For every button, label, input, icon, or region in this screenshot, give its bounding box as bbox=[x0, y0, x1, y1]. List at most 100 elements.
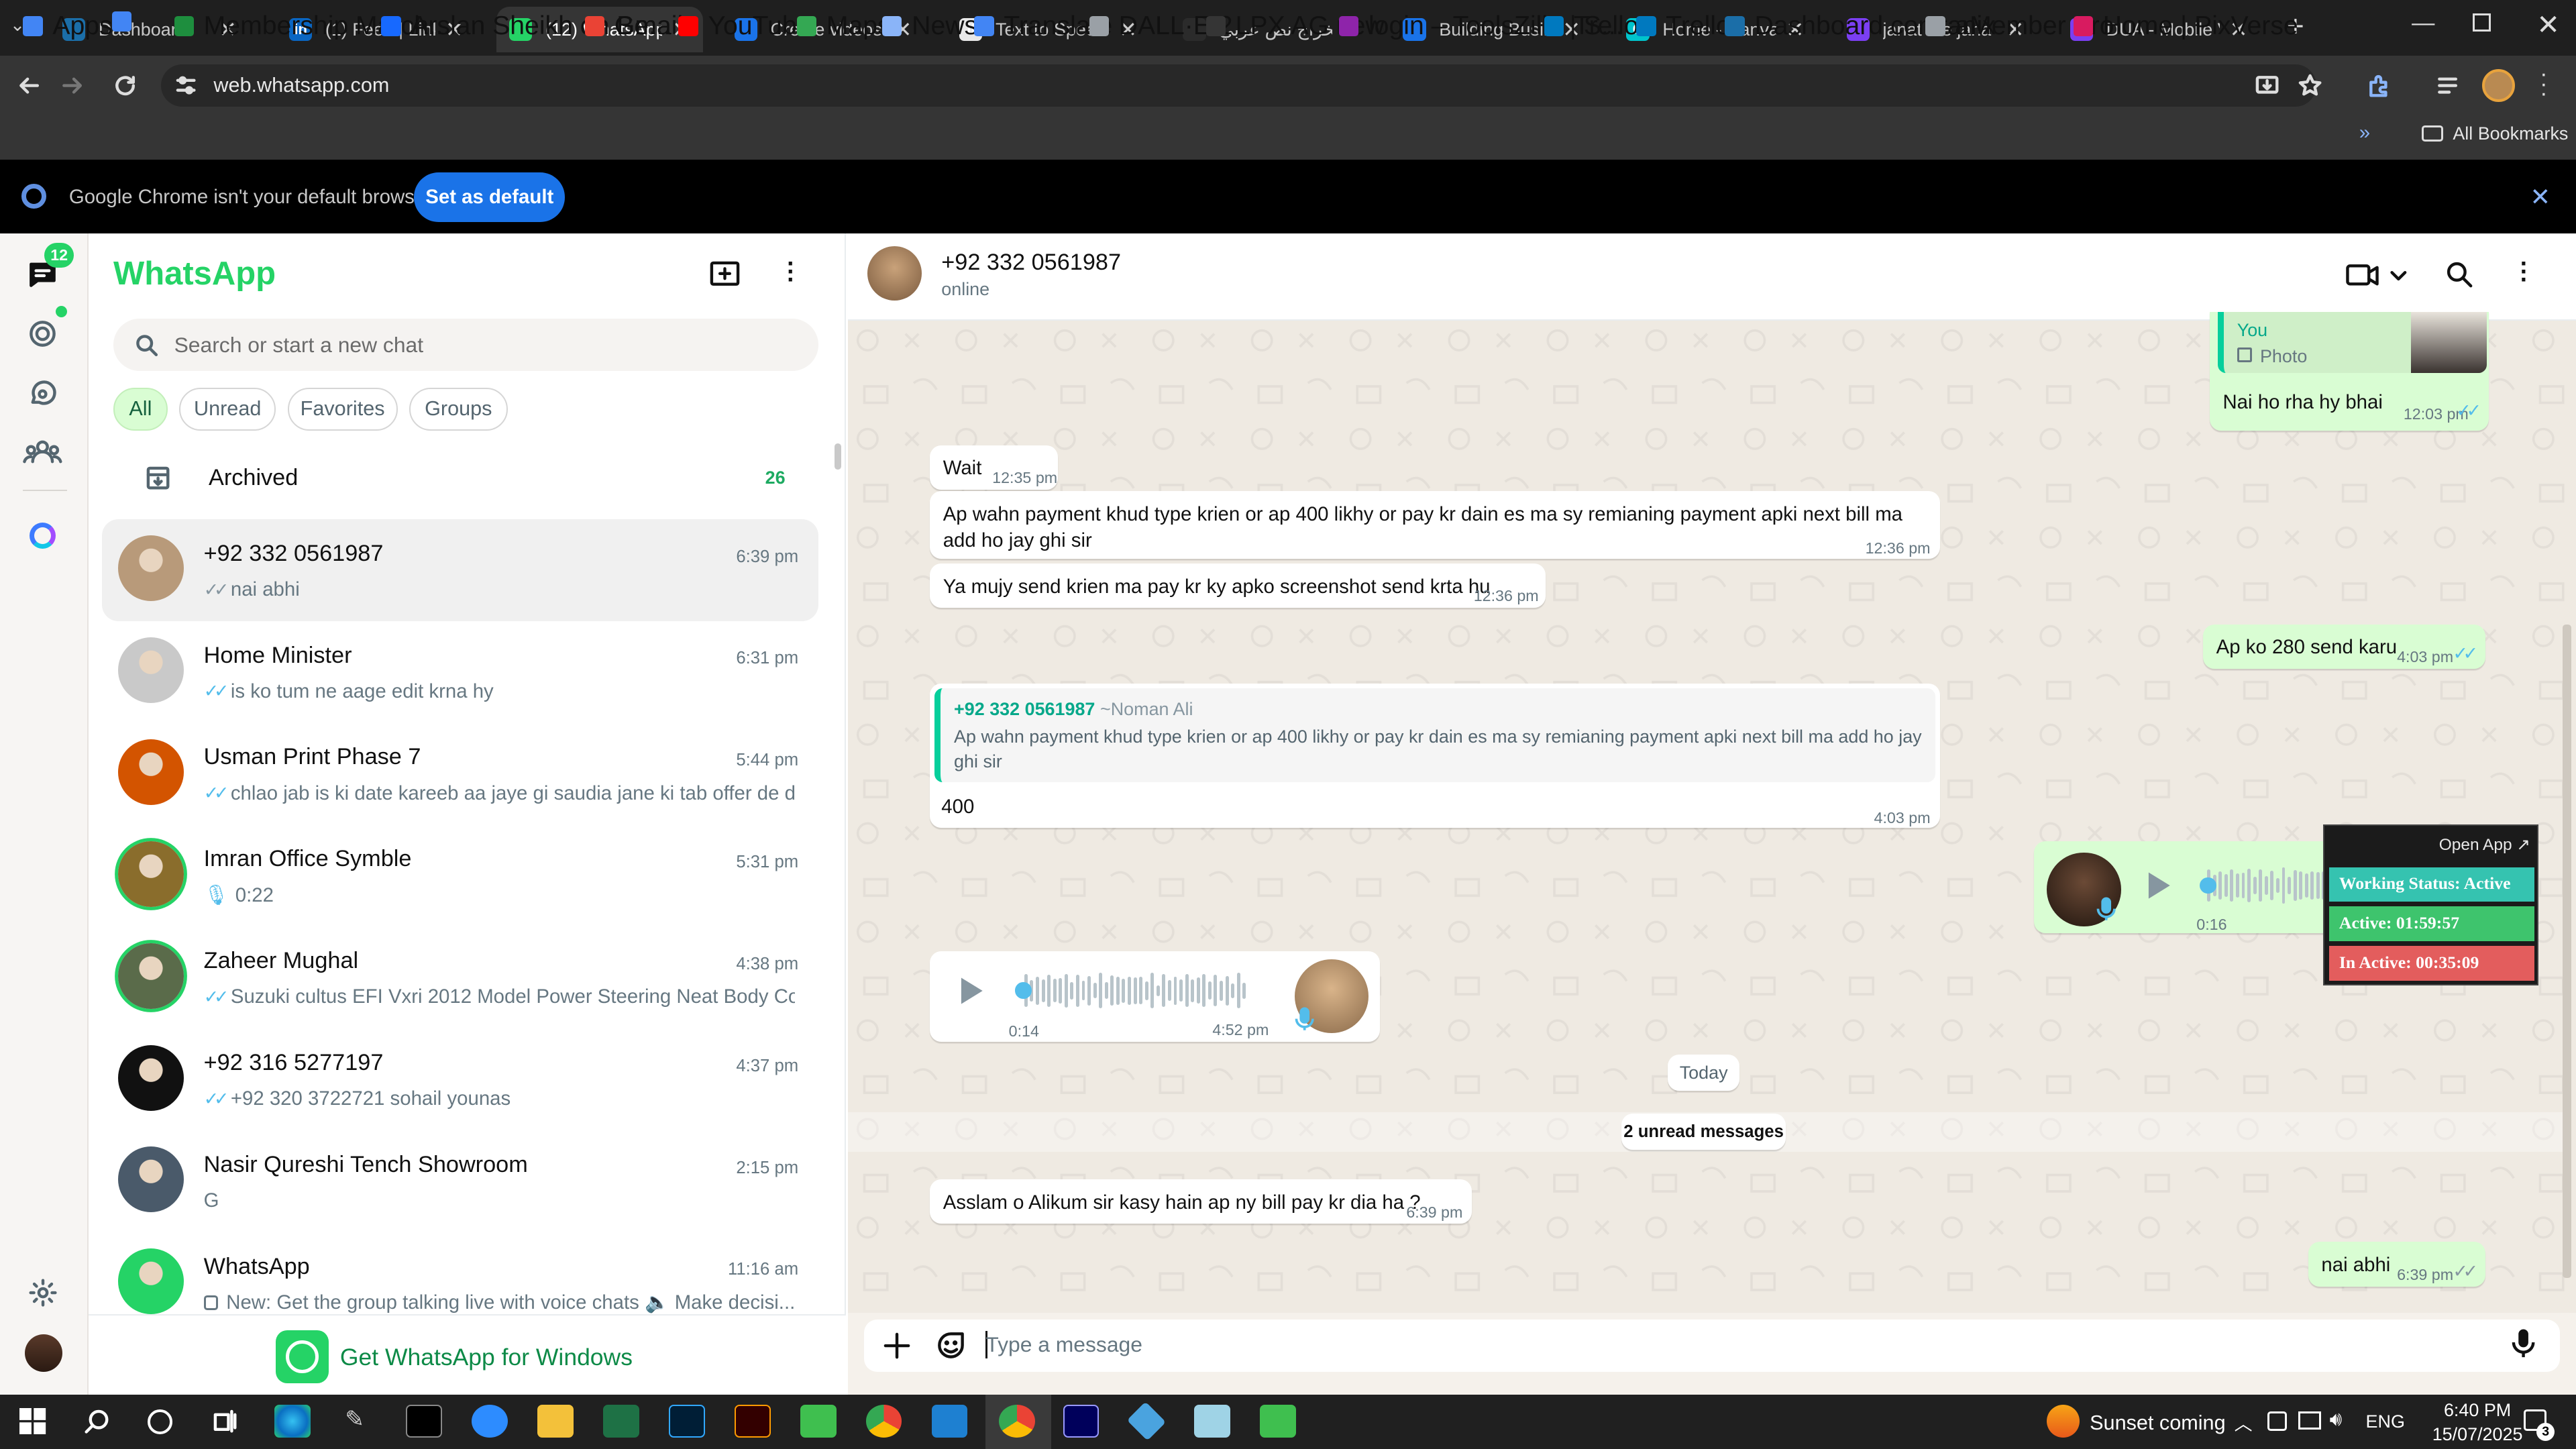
message-scrollbar[interactable] bbox=[2563, 624, 2571, 1279]
incoming-voice-note[interactable]: 0:14 4:52 pm bbox=[930, 951, 1381, 1042]
filter-favorites[interactable]: Favorites bbox=[287, 387, 398, 431]
clock-date[interactable]: 15/07/2025 bbox=[2422, 1424, 2534, 1445]
address-bar[interactable]: web.whatsapp.com bbox=[161, 64, 2317, 107]
set-as-default-button[interactable]: Set as default bbox=[414, 172, 566, 222]
chat-list-item[interactable]: Zaheer Mughal 4:38 pm ✓✓ Suzuki cultus EFI … bbox=[102, 926, 818, 1028]
bookmark-item[interactable]: YouTube bbox=[678, 11, 811, 41]
clock-time[interactable]: 6:40 PM bbox=[2428, 1400, 2527, 1421]
bookmark-item[interactable]: Trello bbox=[1544, 11, 1639, 41]
install-app-icon[interactable] bbox=[2254, 72, 2280, 99]
search-chat-icon[interactable] bbox=[2445, 260, 2474, 289]
site-info-icon[interactable] bbox=[174, 74, 197, 97]
chat-list-item[interactable]: Home Minister 6:31 pm ✓✓ is ko tum ne aage … bbox=[102, 621, 818, 723]
outgoing-message[interactable]: Ap ko 280 send karu 4:03 pm ✓✓ bbox=[2203, 624, 2486, 669]
chat-list-item[interactable]: Imran Office Symble 5:31 pm 🎙︎ 0:22 bbox=[102, 824, 818, 926]
forward-arrow-icon[interactable] bbox=[59, 72, 85, 99]
incoming-reply-message[interactable]: +92 332 0561987 ~Noman Ali Ap wahn payme… bbox=[930, 683, 1941, 828]
bookmark-item[interactable]: Home | PixVerse bbox=[2073, 11, 2298, 41]
file-explorer-taskbar-icon[interactable] bbox=[537, 1404, 574, 1438]
volume-icon[interactable]: 🔊︎ bbox=[2330, 1408, 2343, 1431]
chat-menu-icon[interactable]: · · · bbox=[2520, 251, 2528, 292]
windows-start-icon[interactable] bbox=[19, 1407, 46, 1434]
voice-scrubber[interactable] bbox=[2200, 877, 2216, 894]
attach-plus-icon[interactable] bbox=[882, 1331, 912, 1360]
my-profile-avatar[interactable] bbox=[24, 1334, 63, 1372]
sticker-emoji-icon[interactable] bbox=[934, 1329, 967, 1362]
status-icon[interactable] bbox=[26, 317, 59, 350]
bookmark-item[interactable]: News bbox=[882, 11, 977, 41]
all-bookmarks[interactable]: All Bookmarks bbox=[2421, 123, 2568, 144]
bookmark-item[interactable]: Maps bbox=[796, 11, 891, 41]
get-app-banner[interactable]: Get WhatsApp for Windows bbox=[89, 1314, 847, 1395]
extensions-icon[interactable] bbox=[2366, 72, 2392, 99]
voice-waveform[interactable] bbox=[1018, 973, 1261, 1009]
filter-unread[interactable]: Unread bbox=[178, 387, 276, 431]
bookmark-item[interactable]: Trello bbox=[1636, 11, 1731, 41]
contact-name[interactable]: +92 332 0561987 bbox=[941, 250, 1121, 276]
voice-message-mic-icon[interactable] bbox=[2510, 1328, 2536, 1360]
archived-row[interactable]: Archived 26 bbox=[102, 450, 818, 506]
bookmark-item[interactable]: Apps bbox=[23, 11, 113, 41]
reading-list-icon[interactable] bbox=[2434, 72, 2461, 99]
incoming-message[interactable]: Asslam o Alikum sir kasy hain ap ny bill… bbox=[930, 1179, 1472, 1224]
bookmark-item[interactable] bbox=[111, 11, 142, 32]
play-icon[interactable] bbox=[2145, 871, 2171, 900]
more-bookmarks-chevron-icon[interactable]: » bbox=[2359, 121, 2370, 144]
zoom-taskbar-icon[interactable] bbox=[471, 1404, 508, 1438]
outgoing-message[interactable]: nai abhi 6:39 pm ✓✓ bbox=[2308, 1242, 2486, 1287]
terminal-taskbar-icon[interactable] bbox=[405, 1404, 442, 1438]
weather-text[interactable]: Sunset coming bbox=[2090, 1411, 2225, 1435]
close-window-icon[interactable]: ✕ bbox=[2536, 8, 2560, 41]
pen-taskbar-icon[interactable]: ✎ bbox=[345, 1406, 364, 1433]
restore-icon[interactable] bbox=[2472, 13, 2491, 32]
incoming-message[interactable]: Ap wahn payment khud type krien or ap 40… bbox=[930, 491, 1941, 559]
photoshop-taskbar-icon[interactable] bbox=[668, 1404, 705, 1438]
close-infobar-icon[interactable]: ✕ bbox=[2530, 182, 2551, 211]
new-chat-icon[interactable] bbox=[708, 260, 741, 289]
light-app-taskbar-icon[interactable] bbox=[1194, 1404, 1231, 1438]
chrome-menu-icon[interactable]: · · · bbox=[2540, 62, 2547, 105]
video-call-icon[interactable] bbox=[2346, 261, 2412, 290]
conversation-header[interactable] bbox=[847, 233, 2576, 321]
tray-app-icon[interactable] bbox=[2267, 1411, 2287, 1432]
chat-list-item[interactable]: +92 316 5277197 4:37 pm ✓✓ +92 320 3722721 … bbox=[102, 1028, 818, 1130]
meta-ai-icon[interactable] bbox=[30, 522, 56, 549]
message-input[interactable]: Type a message bbox=[985, 1332, 1142, 1357]
green-app-taskbar-icon[interactable] bbox=[800, 1404, 837, 1438]
bookmark-item[interactable]: Gmail bbox=[584, 11, 683, 41]
vscode-taskbar-icon[interactable] bbox=[931, 1404, 968, 1438]
profile-avatar[interactable] bbox=[2482, 68, 2516, 102]
voice-scrubber[interactable] bbox=[1015, 982, 1032, 999]
chrome-taskbar-icon[interactable] bbox=[865, 1404, 902, 1438]
incoming-message[interactable]: Ya mujy send krien ma pay kr ky apko scr… bbox=[930, 564, 1546, 608]
contact-avatar[interactable] bbox=[867, 246, 922, 301]
taskbar-search-icon[interactable] bbox=[84, 1408, 110, 1434]
illustrator-taskbar-icon[interactable] bbox=[734, 1404, 771, 1438]
chat-list-scrollbar[interactable] bbox=[835, 443, 841, 470]
green-app2-taskbar-icon[interactable] bbox=[1260, 1404, 1297, 1438]
channels-icon[interactable] bbox=[26, 378, 59, 411]
excel-taskbar-icon[interactable] bbox=[602, 1404, 639, 1438]
outgoing-message[interactable]: You Photo Nai ho rha hy bhai 12:03 pm ✓✓ bbox=[2209, 312, 2489, 431]
quoted-photo[interactable]: You Photo bbox=[2218, 312, 2487, 373]
task-view-icon[interactable] bbox=[212, 1408, 238, 1434]
chrome-active-taskbar-icon[interactable] bbox=[998, 1404, 1035, 1438]
sidebar-menu-icon[interactable]: · · · bbox=[787, 251, 795, 292]
chat-list-item[interactable]: +92 332 0561987 6:39 pm ✓✓ nai abhi bbox=[101, 519, 818, 621]
language-indicator[interactable]: ENG bbox=[2366, 1411, 2405, 1432]
filter-all[interactable]: All bbox=[113, 387, 168, 431]
incoming-message[interactable]: Wait 12:35 pm bbox=[930, 445, 1059, 490]
settings-gear-icon[interactable] bbox=[28, 1278, 58, 1307]
cortana-icon[interactable] bbox=[148, 1409, 173, 1434]
chat-list-item[interactable]: Nasir Qureshi Tench Showroom 2:15 pm G bbox=[102, 1130, 818, 1232]
open-app-link[interactable]: Open App ↗ bbox=[2439, 835, 2530, 855]
reload-icon[interactable] bbox=[112, 72, 138, 99]
voice-waveform[interactable] bbox=[2201, 867, 2333, 904]
network-icon[interactable] bbox=[2298, 1411, 2322, 1430]
minimize-icon[interactable]: — bbox=[2412, 10, 2434, 36]
bookmark-star-icon[interactable] bbox=[2297, 72, 2323, 99]
communities-icon[interactable] bbox=[23, 435, 62, 468]
search-input[interactable]: Search or start a new chat bbox=[113, 319, 818, 372]
quoted-message[interactable]: +92 332 0561987 ~Noman Ali Ap wahn payme… bbox=[934, 688, 1935, 782]
edge-taskbar-icon[interactable] bbox=[274, 1404, 311, 1438]
